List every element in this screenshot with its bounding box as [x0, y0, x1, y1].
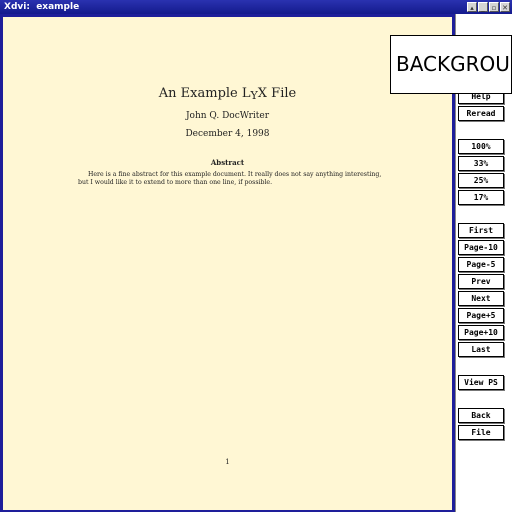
window-controls: ▴ _ ▫ ✕ — [467, 2, 510, 12]
zoom-17-button[interactable]: 17% — [458, 190, 504, 205]
window-title: Xdvi: example — [4, 2, 80, 12]
abstract-heading: Abstract — [210, 158, 245, 167]
document-date: December 4, 1998 — [185, 129, 270, 139]
close-icon[interactable]: ✕ — [500, 2, 510, 12]
last-page-button[interactable]: Last — [458, 342, 504, 357]
abstract-text: Here is a fine abstract for this example… — [78, 171, 382, 186]
next-page-button[interactable]: Next — [458, 291, 504, 306]
zoom-25-button[interactable]: 25% — [458, 173, 504, 188]
page-number: 1 — [225, 458, 230, 466]
window-titlebar[interactable]: Xdvi: example ▴ _ ▫ ✕ — [0, 0, 512, 14]
back-button[interactable]: Back — [458, 408, 504, 423]
page-minus-10-button[interactable]: Page-10 — [458, 240, 504, 255]
reread-button[interactable]: Reread — [458, 106, 504, 121]
file-button[interactable]: File — [458, 425, 504, 440]
page-plus-5-button[interactable]: Page+5 — [458, 308, 504, 323]
prev-page-button[interactable]: Prev — [458, 274, 504, 289]
document-page[interactable]: An Example LYX File John Q. DocWriter De… — [3, 17, 452, 510]
document-author: John Q. DocWriter — [185, 111, 270, 121]
maximize-icon[interactable]: ▫ — [489, 2, 499, 12]
first-page-button[interactable]: First — [458, 223, 504, 238]
minimize-icon[interactable]: _ — [478, 2, 488, 12]
background-overlay-label: BACKGROU — [390, 35, 512, 94]
page-plus-10-button[interactable]: Page+10 — [458, 325, 504, 340]
view-ps-button[interactable]: View PS — [458, 375, 504, 390]
page-minus-5-button[interactable]: Page-5 — [458, 257, 504, 272]
zoom-33-button[interactable]: 33% — [458, 156, 504, 171]
document-title: An Example LYX File — [158, 86, 297, 102]
zoom-100-button[interactable]: 100% — [458, 139, 504, 154]
shade-icon[interactable]: ▴ — [467, 2, 477, 12]
